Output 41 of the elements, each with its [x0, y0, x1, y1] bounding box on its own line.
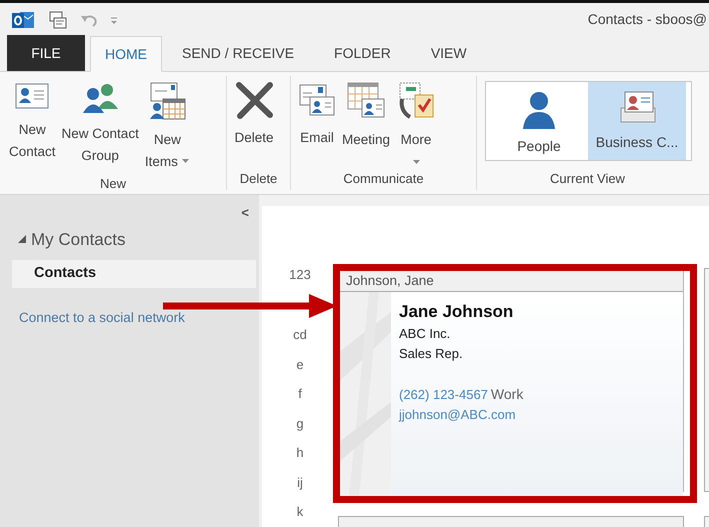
card-header: Johnson, Jane — [339, 269, 683, 292]
ribbon-tab[interactable]: HOME — [90, 36, 162, 72]
group-label: New — [98, 175, 127, 193]
index-letter[interactable]: f — [298, 380, 302, 409]
group-label: Delete — [238, 170, 278, 188]
ribbon-button[interactable]: New Items — [142, 76, 193, 175]
ribbon-button[interactable]: New Contact Group — [58, 76, 142, 175]
ribbon-tab[interactable]: FOLDER — [320, 35, 405, 71]
group-label: Current View — [549, 170, 626, 188]
phone-label: Work — [490, 386, 524, 402]
send-receive-icon[interactable] — [48, 10, 68, 30]
ribbon-tab[interactable]: VIEW — [416, 35, 481, 71]
new-items-icon — [147, 81, 188, 121]
delete-icon — [234, 81, 274, 119]
ribbon-button[interactable]: Delete — [231, 76, 277, 170]
company-name: ABC Inc. — [399, 325, 452, 343]
index-letter[interactable]: k — [296, 498, 304, 527]
index-letter[interactable]: cd — [293, 320, 307, 350]
index-letter[interactable]: ij — [297, 468, 303, 498]
group-label: Communicate — [342, 170, 425, 188]
outlook-icon[interactable] — [12, 10, 34, 30]
collapse-triangle-icon[interactable] — [17, 234, 27, 244]
ribbon-button[interactable]: New Contact — [6, 76, 59, 175]
index-letter[interactable]: 123 — [289, 260, 311, 290]
social-network-link[interactable]: Connect to a social network — [0, 308, 185, 328]
folder-group[interactable]: My Contacts — [31, 226, 126, 252]
ribbon-button[interactable]: Email — [295, 76, 339, 170]
job-title: Sales Rep. — [399, 345, 464, 363]
ribbon-button[interactable]: More — [393, 76, 440, 170]
contact-card-icon — [14, 81, 50, 111]
collapse-button[interactable]: < — [241, 203, 259, 222]
contact-name: Jane Johnson — [399, 301, 514, 323]
index-letter[interactable]: e — [296, 350, 304, 380]
index-letter[interactable]: h — [296, 438, 304, 468]
view-button[interactable]: Business C... — [588, 82, 686, 160]
ribbon-tab[interactable]: SEND / RECEIVE — [168, 35, 308, 71]
window-title: Contacts - sboos@ — [588, 10, 708, 29]
file-tab[interactable]: FILE — [7, 35, 85, 71]
ribbon-button[interactable]: Meeting — [339, 76, 394, 170]
folder-item[interactable]: Contacts — [12, 260, 256, 288]
index-letter[interactable]: g — [296, 409, 304, 438]
